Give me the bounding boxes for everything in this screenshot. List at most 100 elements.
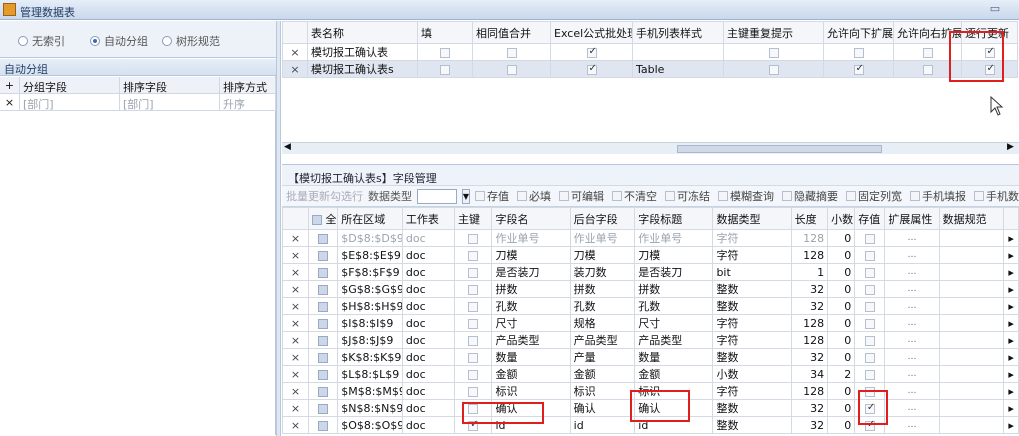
- backend-field-cell[interactable]: 拼数: [569, 280, 636, 298]
- checkbox[interactable]: [984, 63, 995, 75]
- remove-row-icon[interactable]: [291, 283, 300, 296]
- row-menu-icon[interactable]: ▸: [1003, 314, 1019, 332]
- field-row[interactable]: $O$8:$O$9 doc id id id 整数 32 0 … ▸: [281, 416, 1019, 434]
- table-name-cell[interactable]: 模切报工确认表: [307, 43, 418, 61]
- backend-field-cell[interactable]: 装刀数: [569, 263, 636, 281]
- primary-key-checkbox[interactable]: [468, 369, 479, 380]
- batch-update-button[interactable]: 批量更新勾选行: [286, 188, 363, 204]
- sheet-cell[interactable]: doc: [401, 280, 455, 298]
- checkbox[interactable]: [612, 191, 622, 201]
- toolbar-check[interactable]: 可冻结: [665, 188, 710, 204]
- row-menu-icon[interactable]: ▸: [1003, 416, 1019, 434]
- primary-key-checkbox[interactable]: [468, 318, 479, 329]
- toolbar-check[interactable]: 不清空: [612, 188, 657, 204]
- remove-row-icon[interactable]: [291, 351, 300, 364]
- area-cell[interactable]: $O$8:$O$9: [337, 416, 403, 434]
- mobile-style-cell[interactable]: Table: [632, 60, 724, 78]
- remove-row-icon[interactable]: [291, 249, 300, 262]
- backend-field-cell[interactable]: 产品类型: [569, 331, 636, 349]
- row-menu-icon[interactable]: ▸: [1003, 365, 1019, 383]
- row-menu-icon[interactable]: ▸: [1003, 297, 1019, 315]
- decimals-cell[interactable]: 0: [827, 382, 856, 400]
- data-spec-cell[interactable]: [938, 382, 1005, 400]
- toolbar-check[interactable]: 手机数: [974, 188, 1019, 204]
- field-row[interactable]: $J$8:$J$9 doc 产品类型 产品类型 产品类型 字符 128 0 … …: [281, 331, 1019, 349]
- checkbox[interactable]: [768, 47, 779, 58]
- decimals-cell[interactable]: 0: [827, 331, 856, 349]
- row-menu-icon[interactable]: ▸: [1003, 399, 1019, 417]
- sort-field-cell[interactable]: [部门]: [120, 94, 220, 110]
- field-title-cell[interactable]: 刀模: [634, 246, 714, 264]
- field-title-cell[interactable]: 拼数: [634, 280, 714, 298]
- decimals-cell[interactable]: 2: [827, 365, 856, 383]
- checkbox[interactable]: [440, 64, 450, 75]
- data-spec-cell[interactable]: [938, 263, 1005, 281]
- decimals-cell[interactable]: 0: [827, 297, 856, 315]
- checkbox[interactable]: [559, 191, 569, 201]
- remove-row-icon[interactable]: [291, 385, 300, 398]
- primary-key-checkbox[interactable]: [468, 386, 479, 397]
- remove-row-icon[interactable]: [291, 419, 300, 432]
- radio-no-index[interactable]: 无索引: [18, 33, 65, 49]
- primary-key-checkbox[interactable]: [468, 233, 479, 244]
- backend-field-cell[interactable]: 规格: [569, 314, 636, 332]
- row-menu-icon[interactable]: ▸: [1003, 280, 1019, 298]
- save-value-checkbox[interactable]: [864, 386, 875, 397]
- data-type-cell[interactable]: 字符: [712, 229, 792, 247]
- save-value-checkbox[interactable]: [864, 250, 875, 261]
- data-spec-cell[interactable]: [938, 297, 1005, 315]
- sheet-cell[interactable]: doc: [401, 246, 455, 264]
- remove-row-icon[interactable]: [291, 317, 300, 330]
- checkbox[interactable]: [974, 191, 984, 201]
- field-title-cell[interactable]: 孔数: [634, 297, 714, 315]
- decimals-cell[interactable]: 0: [827, 348, 856, 366]
- area-cell[interactable]: $L$8:$L$9: [337, 365, 403, 383]
- data-spec-cell[interactable]: [938, 229, 1005, 247]
- data-type-cell[interactable]: 字符: [712, 331, 792, 349]
- backend-field-cell[interactable]: 孔数: [569, 297, 636, 315]
- length-cell[interactable]: 128: [790, 229, 829, 247]
- checkbox[interactable]: [768, 64, 779, 75]
- sheet-cell[interactable]: doc: [401, 365, 455, 383]
- length-cell[interactable]: 1: [790, 263, 829, 281]
- field-row[interactable]: $I$8:$I$9 doc 尺寸 规格 尺寸 字符 128 0 … ▸: [281, 314, 1019, 332]
- radio-tree[interactable]: 树形规范: [162, 33, 220, 49]
- field-name-cell[interactable]: 拼数: [491, 280, 571, 298]
- row-select-checkbox[interactable]: [318, 403, 329, 414]
- row-menu-icon[interactable]: ▸: [1003, 348, 1019, 366]
- data-type-cell[interactable]: 整数: [712, 399, 792, 417]
- field-title-cell[interactable]: 数量: [634, 348, 714, 366]
- area-cell[interactable]: $E$8:$E$9: [337, 246, 403, 264]
- sheet-cell[interactable]: doc: [401, 348, 455, 366]
- checkbox[interactable]: [506, 64, 517, 75]
- length-cell[interactable]: 32: [790, 348, 829, 366]
- area-cell[interactable]: $M$8:$M$9: [337, 382, 403, 400]
- field-title-cell[interactable]: id: [634, 416, 714, 434]
- checkbox[interactable]: [665, 191, 675, 201]
- select-all[interactable]: 全选: [308, 207, 339, 230]
- sheet-cell[interactable]: doc: [401, 229, 455, 247]
- primary-key-checkbox[interactable]: [468, 403, 479, 414]
- field-name-cell[interactable]: 金额: [491, 365, 571, 383]
- row-select-checkbox[interactable]: [318, 267, 329, 278]
- ext-props-button[interactable]: …: [884, 399, 940, 417]
- decimals-cell[interactable]: 0: [827, 263, 856, 281]
- field-title-cell[interactable]: 金额: [634, 365, 714, 383]
- remove-row-icon[interactable]: [291, 368, 300, 381]
- toolbar-check[interactable]: 可编辑: [559, 188, 604, 204]
- field-name-cell[interactable]: 是否装刀: [491, 263, 571, 281]
- data-spec-cell[interactable]: [938, 365, 1005, 383]
- sheet-cell[interactable]: doc: [401, 382, 455, 400]
- field-row[interactable]: $N$8:$N$9 doc 确认 确认 确认 整数 32 0 … ▸: [281, 399, 1019, 417]
- checkbox[interactable]: [782, 191, 792, 201]
- field-name-cell[interactable]: 刀模: [491, 246, 571, 264]
- checkbox[interactable]: [586, 63, 597, 75]
- data-spec-cell[interactable]: [938, 416, 1005, 434]
- area-cell[interactable]: $D$8:$D$9: [337, 229, 403, 247]
- decimals-cell[interactable]: 0: [827, 280, 856, 298]
- radio-auto-group[interactable]: 自动分组: [90, 33, 148, 49]
- save-value-checkbox[interactable]: [864, 318, 875, 329]
- checkbox[interactable]: [440, 47, 450, 58]
- row-select-checkbox[interactable]: [318, 284, 329, 295]
- field-name-cell[interactable]: 尺寸: [491, 314, 571, 332]
